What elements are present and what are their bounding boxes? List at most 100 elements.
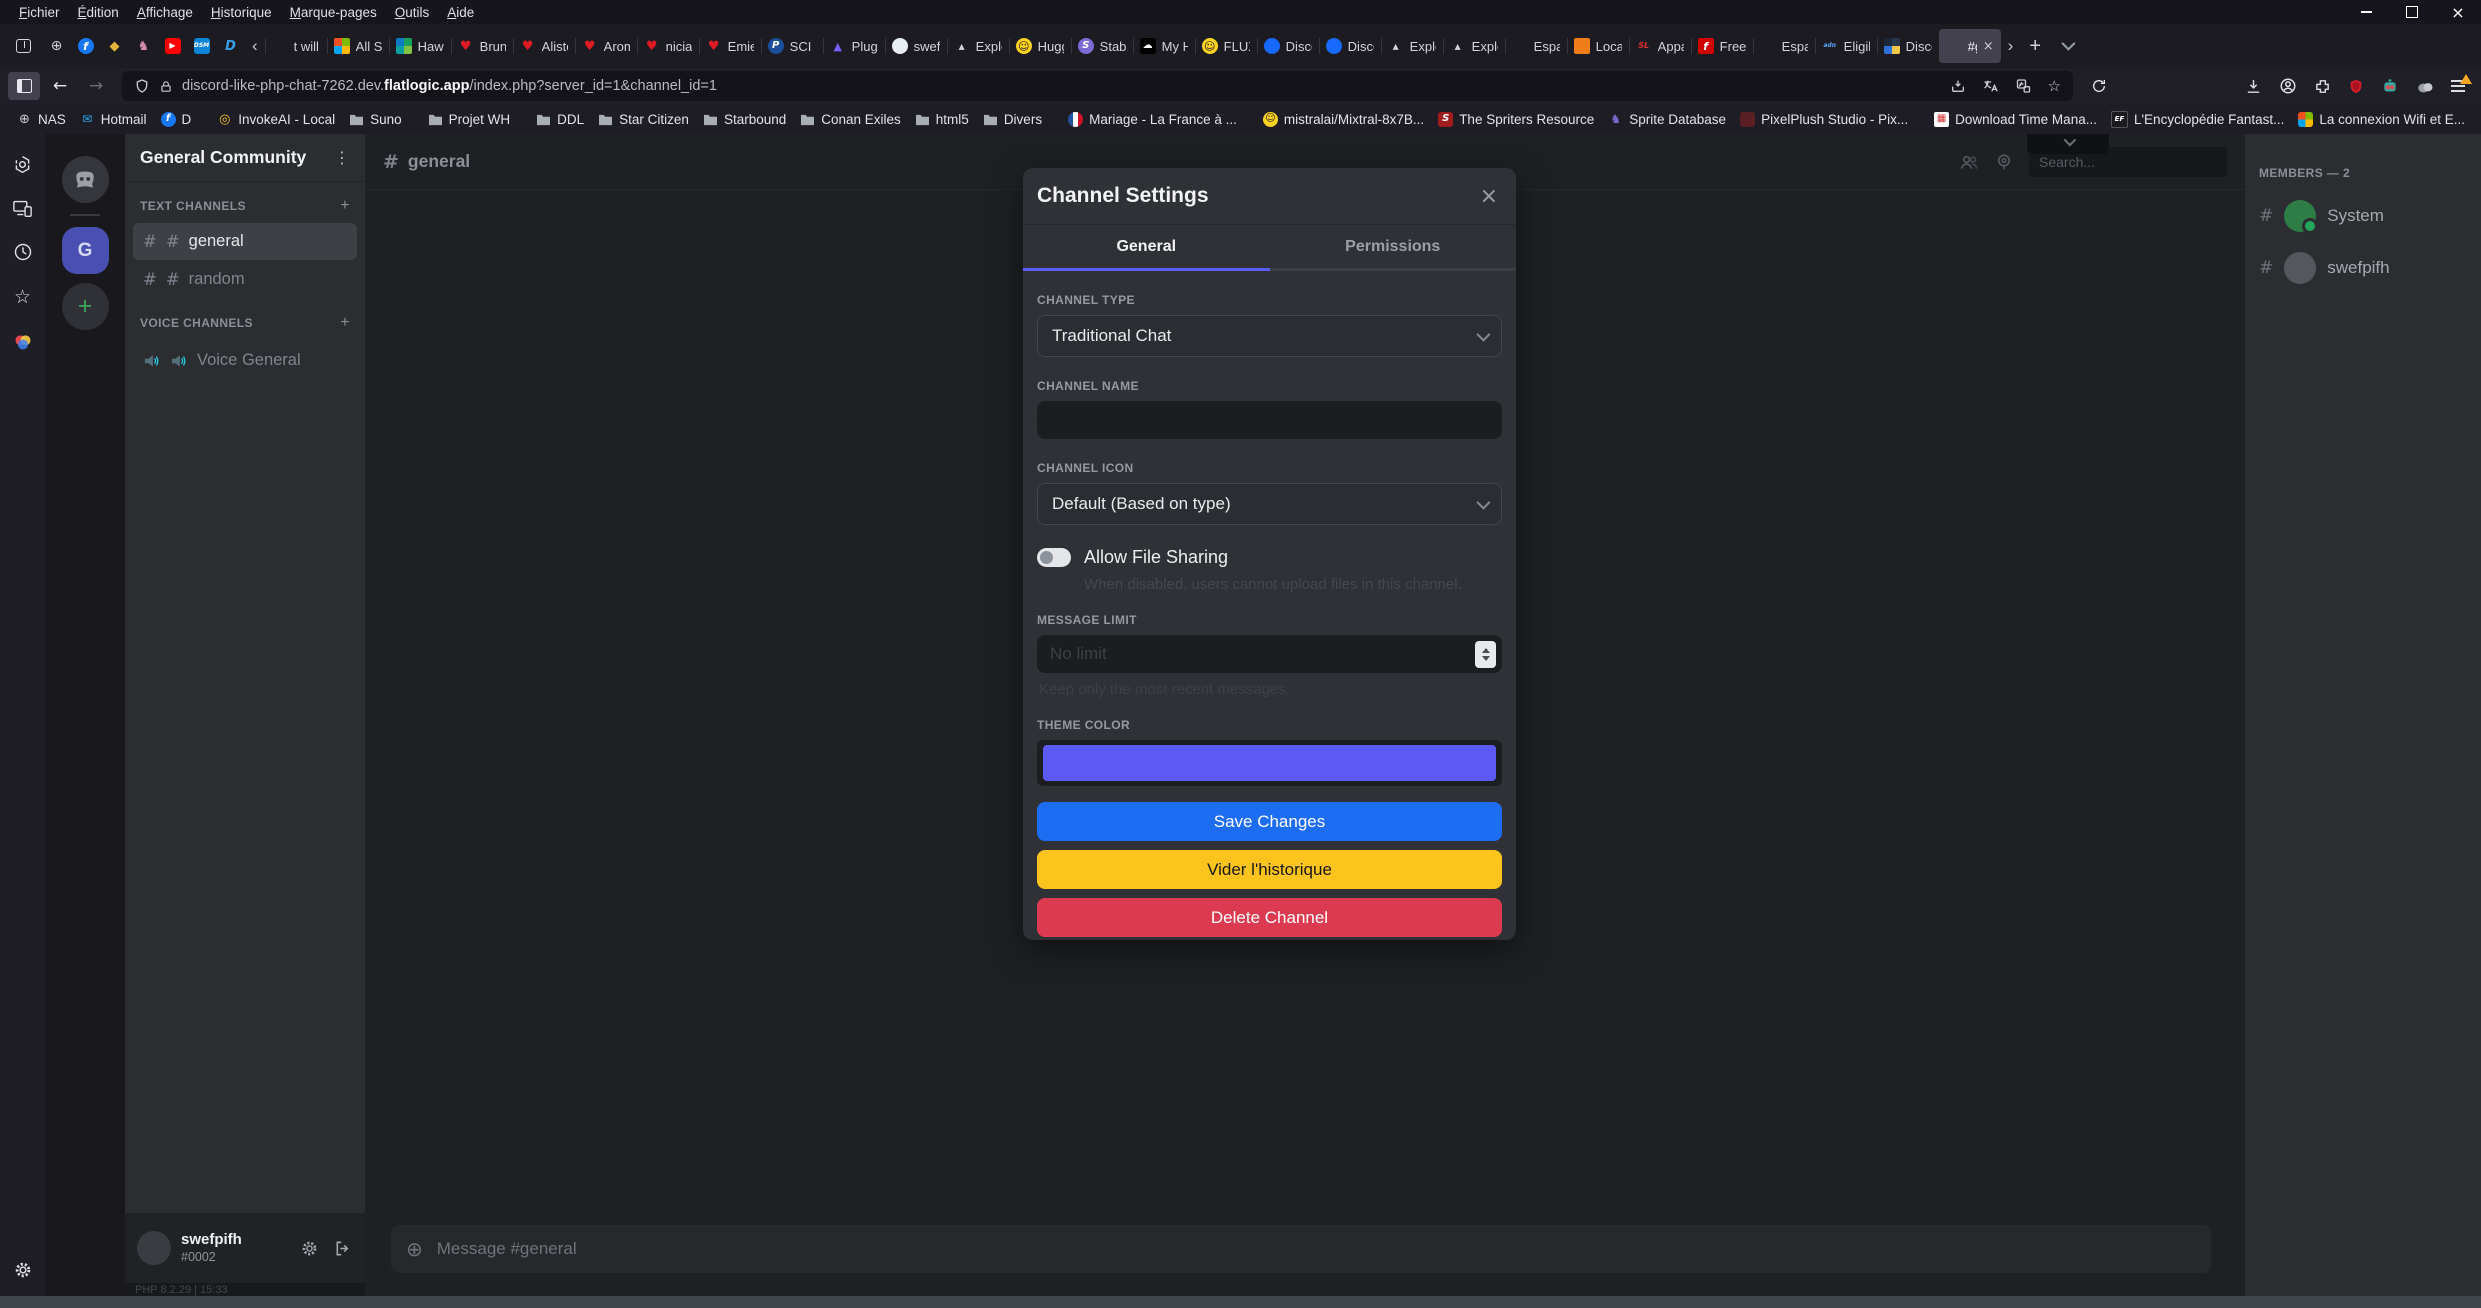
attach-plus-icon[interactable]: ⊕: [406, 1237, 423, 1261]
bookmark-star-icon[interactable]: ☆: [2048, 77, 2061, 95]
menu-item[interactable]: Fichier: [10, 5, 69, 20]
tracking-shield-icon[interactable]: [134, 78, 150, 94]
bookmark-item[interactable]: EF L'Encyclopédie Fantast...: [2104, 108, 2291, 130]
tab-close-icon[interactable]: ×: [1983, 39, 1994, 54]
browser-tab[interactable]: f Free :: [1691, 29, 1753, 63]
downloads-icon[interactable]: [2245, 78, 2262, 95]
message-limit-input[interactable]: No limit: [1037, 635, 1502, 673]
voice-channel-item[interactable]: Voice General: [133, 342, 357, 379]
browser-tab[interactable]: ▲ Plugin: [823, 29, 885, 63]
modal-action-button[interactable]: Vider l'historique: [1037, 850, 1502, 889]
menu-item[interactable]: Marque-pages: [281, 5, 386, 20]
cloud-extension-icon[interactable]: [2416, 79, 2434, 94]
list-all-tabs-icon[interactable]: [2050, 37, 2084, 55]
channel-type-select[interactable]: Traditional Chat: [1037, 315, 1502, 357]
member-row[interactable]: # swefpifh: [2259, 252, 2467, 284]
pinned-tab[interactable]: ⊕: [42, 29, 71, 63]
message-input[interactable]: ⊕ Message #general: [391, 1225, 2211, 1273]
channel-name-input[interactable]: [1037, 401, 1502, 439]
bookmark-item[interactable]: ◎ InvokeAI - Local: [210, 108, 342, 130]
robot-extension-icon[interactable]: [2381, 78, 2399, 95]
bookmark-item[interactable]: ▦ Download Time Mana...: [1927, 108, 2104, 130]
menu-item[interactable]: Affichage: [128, 5, 202, 20]
add-text-channel-icon[interactable]: +: [340, 197, 350, 215]
channel-item[interactable]: # # random: [133, 261, 357, 298]
bookmark-item[interactable]: ♞ Sprite Database: [1601, 108, 1733, 130]
logout-icon[interactable]: [334, 1240, 353, 1257]
bookmark-item[interactable]: Star Citizen: [591, 108, 696, 130]
minimize-icon[interactable]: [2343, 0, 2389, 24]
browser-tab[interactable]: Discor: [1877, 29, 1939, 63]
back-icon[interactable]: ←: [44, 72, 76, 100]
bookmark-item[interactable]: ☺ mistralai/Mixtral-8x7B...: [1256, 108, 1431, 130]
server-icon-general-community[interactable]: G: [62, 227, 109, 274]
pinned-tab[interactable]: f: [71, 29, 100, 63]
bookmark-item[interactable]: Divers: [976, 108, 1049, 130]
tab-permissions[interactable]: Permissions: [1270, 225, 1517, 271]
tab-general[interactable]: General: [1023, 225, 1270, 271]
browser-tab[interactable]: ☁ My Ha: [1133, 29, 1195, 63]
discord-home-button[interactable]: [62, 156, 109, 203]
add-voice-channel-icon[interactable]: +: [340, 314, 350, 332]
close-window-icon[interactable]: ×: [2435, 0, 2481, 24]
modal-action-button[interactable]: Save Changes: [1037, 802, 1502, 841]
bookmark-item[interactable]: PixelPlush Studio - Pix...: [1733, 108, 1915, 130]
browser-tab[interactable]: swefpi: [885, 29, 947, 63]
pin-icon[interactable]: [1995, 153, 2013, 171]
bookmark-item[interactable]: ✉ Hotmail: [73, 108, 154, 130]
modal-close-icon[interactable]: ×: [1476, 184, 1502, 209]
pinned-tab[interactable]: ▶: [158, 29, 187, 63]
refresh-icon[interactable]: [2083, 72, 2115, 100]
browser-tab[interactable]: ♥ Emie0: [699, 29, 761, 63]
lock-icon[interactable]: [159, 79, 173, 94]
bookmark-item[interactable]: Suno: [342, 108, 409, 130]
browser-tab[interactable]: Hawai: [389, 29, 451, 63]
user-avatar[interactable]: [137, 1231, 171, 1265]
translate-icon[interactable]: [1982, 78, 1999, 94]
pinned-tab[interactable]: D: [216, 29, 245, 63]
members-toggle-icon[interactable]: [1959, 153, 1979, 171]
synced-tabs-icon[interactable]: [12, 199, 33, 218]
scroll-tabs-left-icon[interactable]: ‹: [245, 36, 265, 56]
menu-item[interactable]: Outils: [386, 5, 439, 20]
pinned-tab[interactable]: ◆: [100, 29, 129, 63]
pinned-tab[interactable]: DSM: [187, 29, 216, 63]
server-menu-icon[interactable]: ⋮: [334, 148, 350, 167]
sidebar-toggle-icon[interactable]: [8, 72, 40, 100]
browser-tab[interactable]: Espace clie: [1505, 29, 1567, 63]
browser-tab[interactable]: ▴ Explor: [1381, 29, 1443, 63]
browser-tab[interactable]: ♥ Alister: [513, 29, 575, 63]
theme-color-input[interactable]: [1037, 740, 1502, 786]
maximize-icon[interactable]: [2389, 0, 2435, 24]
browser-tab[interactable]: Espace ab: [1753, 29, 1815, 63]
chatgpt-sidebar-icon[interactable]: [12, 154, 33, 175]
bookmark-item[interactable]: Conan Exiles: [793, 108, 908, 130]
add-server-button[interactable]: +: [62, 283, 109, 330]
history-clock-icon[interactable]: [13, 242, 33, 262]
menu-item[interactable]: Historique: [202, 5, 281, 20]
bookmark-item[interactable]: La connexion Wifi et E...: [2291, 108, 2472, 130]
browser-tab[interactable]: All Siz: [327, 29, 389, 63]
url-bar[interactable]: discord-like-php-chat-7262.dev.flatlogic…: [122, 71, 2073, 101]
browser-tab[interactable]: ☺ FLUX.2: [1195, 29, 1257, 63]
browser-tab[interactable]: S Stable: [1071, 29, 1133, 63]
browser-tab[interactable]: Locati: [1567, 29, 1629, 63]
menu-hamburger-icon[interactable]: [2451, 80, 2465, 91]
member-row[interactable]: # System: [2259, 200, 2467, 232]
forward-icon[interactable]: →: [80, 72, 112, 100]
scroll-tabs-right-icon[interactable]: ›: [2001, 36, 2021, 56]
bookmarks-star-sidebar-icon[interactable]: ☆: [14, 286, 31, 308]
account-icon[interactable]: [2279, 77, 2297, 95]
browser-tab[interactable]: ▴ Explor: [947, 29, 1009, 63]
modal-action-button[interactable]: Delete Channel: [1037, 898, 1502, 937]
menu-item[interactable]: Aide: [438, 5, 483, 20]
bookmark-item[interactable]: ⊕ NAS: [10, 108, 73, 130]
menu-item[interactable]: Édition: [69, 5, 128, 20]
browser-tab[interactable]: P SCI RE: [761, 29, 823, 63]
browser-tab[interactable]: ☺ Huggi: [1009, 29, 1071, 63]
number-spinner[interactable]: [1475, 641, 1496, 668]
browser-tab[interactable]: ♥ Bruni2: [451, 29, 513, 63]
bookmark-item[interactable]: Starbound: [696, 108, 793, 130]
header-popout-notch[interactable]: [2027, 134, 2109, 154]
browser-tab[interactable]: ♥ niciara: [637, 29, 699, 63]
